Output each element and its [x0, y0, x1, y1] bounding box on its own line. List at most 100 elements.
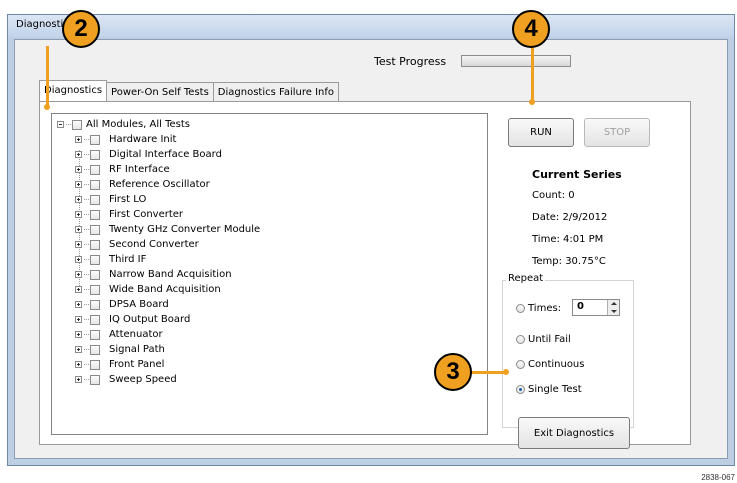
tree-item-checkbox[interactable]	[90, 224, 100, 235]
collapse-icon[interactable]	[57, 121, 64, 128]
tree-item-checkbox[interactable]	[90, 284, 100, 295]
tab-strip: Diagnostics Power-On Self Tests Diagnost…	[39, 80, 339, 102]
tree-item[interactable]: Second Converter	[75, 237, 199, 252]
tree-item-checkbox[interactable]	[90, 344, 100, 355]
tab-diagnostics[interactable]: Diagnostics	[39, 80, 108, 101]
tree-item[interactable]: Signal Path	[75, 342, 165, 357]
tree-item-label: Second Converter	[109, 239, 199, 250]
tree-item[interactable]: Narrow Band Acquisition	[75, 267, 232, 282]
tree-item-label: First Converter	[109, 209, 184, 220]
tree-item-checkbox[interactable]	[90, 209, 100, 220]
exit-diagnostics-button[interactable]: Exit Diagnostics	[518, 417, 630, 449]
tree-item-checkbox[interactable]	[90, 164, 100, 175]
tree-item[interactable]: Front Panel	[75, 357, 164, 372]
root-checkbox[interactable]	[72, 119, 82, 130]
tree-connector	[84, 289, 89, 290]
continuous-option[interactable]: Continuous	[516, 359, 584, 370]
continuous-label: Continuous	[528, 359, 585, 370]
tree-item[interactable]: Reference Oscillator	[75, 177, 210, 192]
tree-item-label: Narrow Band Acquisition	[109, 269, 232, 280]
expand-icon[interactable]	[75, 256, 82, 263]
tree-item-label: RF Interface	[109, 164, 170, 175]
stepper-buttons[interactable]	[607, 300, 619, 315]
tree-item[interactable]: Hardware Init	[75, 132, 176, 147]
stepper-up-icon[interactable]	[611, 302, 617, 305]
callout-2-leader	[46, 46, 49, 108]
times-stepper[interactable]: 0	[572, 299, 620, 316]
tree-item[interactable]: IQ Output Board	[75, 312, 190, 327]
tree-item-checkbox[interactable]	[90, 134, 100, 145]
expand-icon[interactable]	[75, 196, 82, 203]
times-label: Times:	[528, 303, 562, 314]
times-radio[interactable]	[516, 304, 525, 313]
tree-item-label: Hardware Init	[109, 134, 177, 145]
tree-item[interactable]: Digital Interface Board	[75, 147, 222, 162]
expand-icon[interactable]	[75, 316, 82, 323]
expand-icon[interactable]	[75, 181, 82, 188]
tree-connector	[84, 139, 89, 140]
run-button[interactable]: RUN	[508, 118, 574, 147]
expand-icon[interactable]	[75, 271, 82, 278]
tree-item[interactable]: Sweep Speed	[75, 372, 177, 387]
tree-item[interactable]: Third IF	[75, 252, 146, 267]
series-count: Count: 0	[532, 190, 575, 201]
tree-item-checkbox[interactable]	[90, 329, 100, 340]
tree-item-checkbox[interactable]	[90, 239, 100, 250]
current-series-heading: Current Series	[532, 168, 622, 181]
tab-power-on-self-tests[interactable]: Power-On Self Tests	[106, 82, 214, 101]
tree-item-checkbox[interactable]	[90, 194, 100, 205]
tree-item-label: Wide Band Acquisition	[109, 284, 221, 295]
tree-item-checkbox[interactable]	[90, 374, 100, 385]
expand-icon[interactable]	[75, 301, 82, 308]
tree-item-label: Third IF	[109, 254, 147, 265]
tree-item[interactable]: Attenuator	[75, 327, 163, 342]
expand-icon[interactable]	[75, 166, 82, 173]
test-tree[interactable]: All Modules, All Tests Hardware Init Digi…	[51, 113, 488, 435]
title-bar: Diagnostics	[8, 15, 734, 37]
expand-icon[interactable]	[75, 151, 82, 158]
tree-item-checkbox[interactable]	[90, 299, 100, 310]
expand-icon[interactable]	[75, 136, 82, 143]
tree-item[interactable]: DPSA Board	[75, 297, 169, 312]
tree-connector	[84, 214, 89, 215]
single-test-radio[interactable]	[516, 385, 525, 394]
expand-icon[interactable]	[75, 346, 82, 353]
tree-item-checkbox[interactable]	[90, 179, 100, 190]
times-option[interactable]: Times:	[516, 303, 561, 314]
tree-item-label: Twenty GHz Converter Module	[109, 224, 261, 235]
expand-icon[interactable]	[75, 211, 82, 218]
tree-item-checkbox[interactable]	[90, 314, 100, 325]
times-value[interactable]: 0	[577, 301, 584, 312]
tree-item-checkbox[interactable]	[90, 149, 100, 160]
tree-connector	[84, 184, 89, 185]
tab-diagnostics-failure-info[interactable]: Diagnostics Failure Info	[212, 82, 339, 101]
callout-4-leader-end	[529, 99, 535, 105]
tree-item[interactable]: RF Interface	[75, 162, 170, 177]
tree-connector	[84, 229, 89, 230]
stepper-down-icon[interactable]	[611, 310, 617, 313]
tree-item[interactable]: First Converter	[75, 207, 183, 222]
tree-item[interactable]: Wide Band Acquisition	[75, 282, 221, 297]
tree-item-checkbox[interactable]	[90, 359, 100, 370]
until-fail-option[interactable]: Until Fail	[516, 334, 571, 345]
continuous-radio[interactable]	[516, 360, 525, 369]
expand-icon[interactable]	[75, 331, 82, 338]
stop-button[interactable]: STOP	[584, 118, 650, 147]
expand-icon[interactable]	[75, 241, 82, 248]
figure-number: 2838-067	[701, 473, 735, 482]
series-time: Time: 4:01 PM	[532, 234, 604, 245]
expand-icon[interactable]	[75, 361, 82, 368]
tree-item-label: Front Panel	[109, 359, 165, 370]
single-test-option[interactable]: Single Test	[516, 384, 582, 395]
expand-icon[interactable]	[75, 376, 82, 383]
tree-item-checkbox[interactable]	[90, 254, 100, 265]
diagnostics-window: Diagnostics Test Progress Diagnostics Po…	[7, 14, 735, 466]
tree-connector	[84, 274, 89, 275]
tree-item[interactable]: Twenty GHz Converter Module	[75, 222, 260, 237]
expand-icon[interactable]	[75, 226, 82, 233]
expand-icon[interactable]	[75, 286, 82, 293]
until-fail-radio[interactable]	[516, 335, 525, 344]
tree-root-row[interactable]: All Modules, All Tests	[57, 117, 190, 132]
tree-item-checkbox[interactable]	[90, 269, 100, 280]
tree-item[interactable]: First LO	[75, 192, 146, 207]
